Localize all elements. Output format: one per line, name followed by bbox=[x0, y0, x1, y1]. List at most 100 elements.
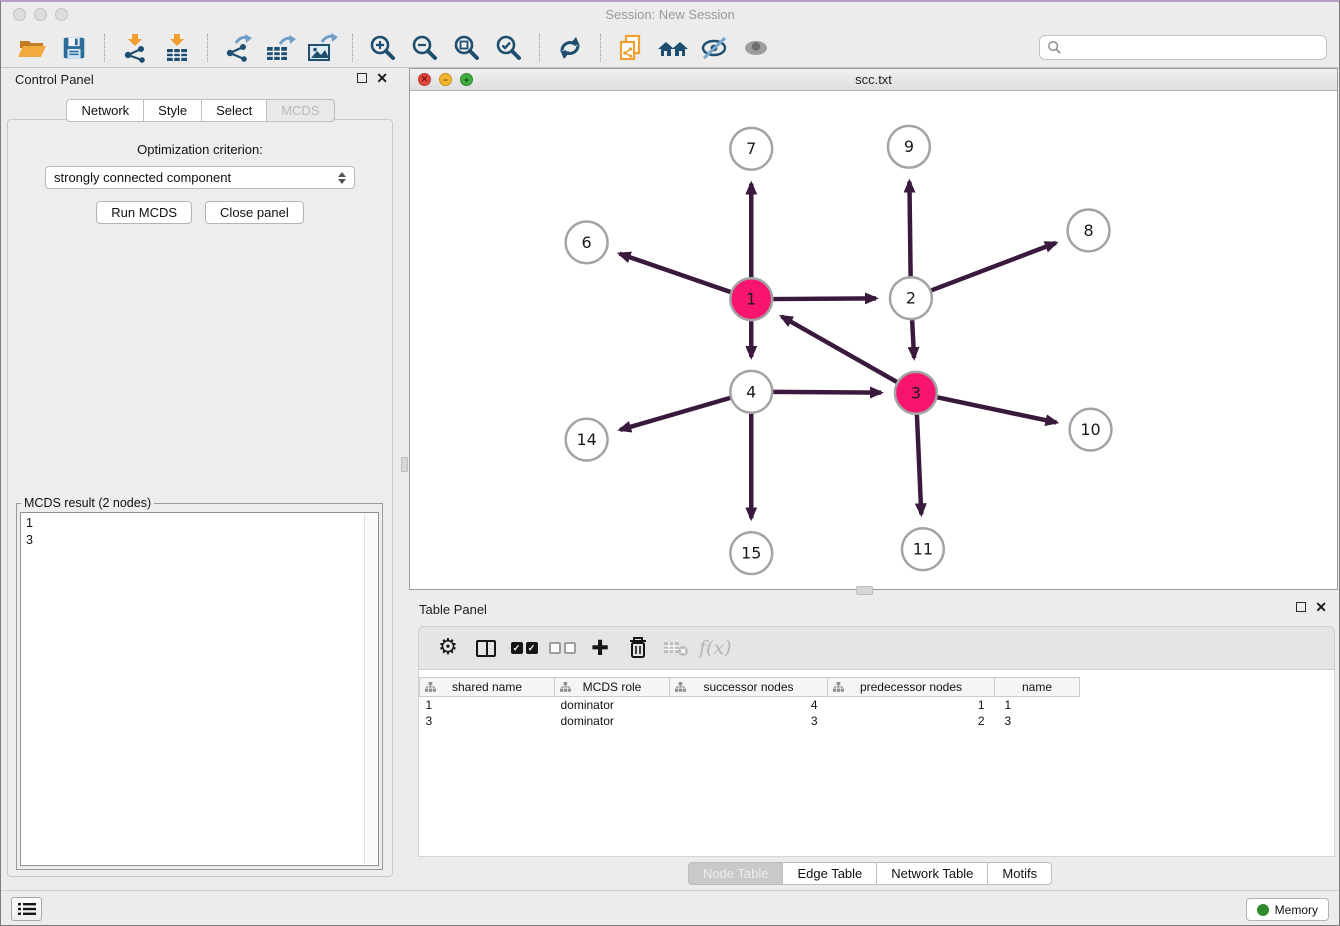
mcds-result-text[interactable]: 1 3 bbox=[20, 512, 379, 866]
tab-style[interactable]: Style bbox=[144, 99, 202, 122]
graph-node-label: 4 bbox=[746, 382, 756, 401]
column-header-predecessor-nodes[interactable]: predecessor nodes bbox=[828, 678, 995, 697]
graph-node-label: 7 bbox=[746, 139, 756, 158]
table-row[interactable]: 1dominator411 bbox=[420, 697, 1080, 713]
result-line: 1 bbox=[26, 515, 373, 532]
function-builder-icon: f(x) bbox=[699, 633, 732, 663]
import-table-icon[interactable] bbox=[160, 31, 194, 65]
table-cell: 3 bbox=[995, 713, 1080, 729]
application-window: Session: New Session bbox=[0, 0, 1340, 926]
graph-edge[interactable] bbox=[912, 320, 914, 358]
tab-mcds[interactable]: MCDS bbox=[267, 99, 334, 122]
network-window-titlebar[interactable]: ✕ − + scc.txt bbox=[410, 69, 1337, 91]
select-all-columns-icon[interactable]: ✓✓ bbox=[509, 633, 539, 663]
open-session-icon[interactable] bbox=[15, 31, 49, 65]
network-canvas[interactable]: 7968124314101511 bbox=[410, 91, 1337, 589]
tab-edge-table[interactable]: Edge Table bbox=[783, 862, 877, 885]
task-history-button[interactable] bbox=[11, 897, 42, 921]
control-panel: Control Panel ✕ Network Style Select MCD… bbox=[1, 68, 400, 890]
export-image-icon[interactable] bbox=[305, 31, 339, 65]
mcds-panel-body: Optimization criterion: strongly connect… bbox=[7, 119, 393, 877]
table-cell: dominator bbox=[555, 697, 670, 713]
graph-edge[interactable] bbox=[937, 397, 1056, 422]
search-icon bbox=[1047, 40, 1062, 55]
table-panel: Table Panel ✕ ⚙ ✓✓ ✚ bbox=[401, 597, 1339, 890]
criterion-value: strongly connected component bbox=[54, 170, 231, 185]
float-table-panel-icon[interactable] bbox=[1296, 602, 1306, 612]
column-header-name[interactable]: name bbox=[995, 678, 1080, 697]
control-panel-tabs: Network Style Select MCDS bbox=[1, 99, 400, 122]
column-type-icon bbox=[425, 682, 436, 696]
table-cell: 3 bbox=[420, 713, 555, 729]
table-cell: 2 bbox=[828, 713, 995, 729]
memory-label: Memory bbox=[1275, 903, 1318, 917]
graph-edge[interactable] bbox=[931, 243, 1055, 290]
graph-edge[interactable] bbox=[773, 298, 876, 299]
export-network-icon[interactable] bbox=[221, 31, 255, 65]
tab-select[interactable]: Select bbox=[202, 99, 267, 122]
toolbar-separator bbox=[207, 34, 208, 62]
close-panel-button[interactable]: Close panel bbox=[205, 201, 304, 224]
control-panel-title: Control Panel bbox=[15, 72, 94, 87]
tab-network-table[interactable]: Network Table bbox=[877, 862, 988, 885]
select-stepper-icon bbox=[338, 172, 346, 184]
import-network-icon[interactable] bbox=[118, 31, 152, 65]
column-header-successor-nodes[interactable]: successor nodes bbox=[670, 678, 828, 697]
float-panel-icon[interactable] bbox=[357, 73, 367, 83]
run-mcds-button[interactable]: Run MCDS bbox=[96, 201, 192, 224]
column-header-mcds-role[interactable]: MCDS role bbox=[555, 678, 670, 697]
add-column-icon[interactable]: ✚ bbox=[585, 633, 615, 663]
search-input[interactable] bbox=[1062, 40, 1319, 55]
toolbar-separator bbox=[539, 34, 540, 62]
graph-node-label: 8 bbox=[1083, 221, 1093, 240]
column-type-icon bbox=[833, 682, 844, 696]
table-row[interactable]: 3dominator323 bbox=[420, 713, 1080, 729]
close-panel-icon[interactable]: ✕ bbox=[376, 73, 388, 83]
show-graphics-details-icon[interactable] bbox=[740, 31, 774, 65]
search-field[interactable] bbox=[1039, 35, 1327, 60]
column-layout-icon[interactable] bbox=[471, 633, 501, 663]
network-window-title: scc.txt bbox=[410, 72, 1337, 87]
apply-preferred-layout-icon[interactable] bbox=[656, 31, 690, 65]
result-scrollbar[interactable] bbox=[364, 514, 377, 864]
zoom-selected-icon[interactable] bbox=[492, 31, 526, 65]
new-network-from-selection-icon[interactable] bbox=[614, 31, 648, 65]
graph-node-label: 1 bbox=[746, 290, 756, 309]
column-header-shared-name[interactable]: shared name bbox=[420, 678, 555, 697]
column-type-icon bbox=[675, 682, 686, 696]
graph-edge[interactable] bbox=[773, 392, 881, 393]
refresh-icon[interactable] bbox=[553, 31, 587, 65]
graph-node-label: 6 bbox=[582, 233, 592, 252]
tab-motifs[interactable]: Motifs bbox=[988, 862, 1052, 885]
table-toolbar: ⚙ ✓✓ ✚ f(x) bbox=[418, 626, 1335, 670]
deselect-all-columns-icon[interactable] bbox=[547, 633, 577, 663]
delete-column-icon[interactable] bbox=[623, 633, 653, 663]
settings-gear-icon[interactable]: ⚙ bbox=[433, 633, 463, 663]
main-toolbar bbox=[1, 28, 1339, 68]
save-session-icon[interactable] bbox=[57, 31, 91, 65]
export-table-icon[interactable] bbox=[263, 31, 297, 65]
graph-edge[interactable] bbox=[909, 182, 910, 277]
table-tabs: Node Table Edge Table Network Table Moti… bbox=[401, 862, 1339, 885]
memory-button[interactable]: Memory bbox=[1246, 898, 1329, 921]
hide-graphics-details-icon[interactable] bbox=[698, 31, 732, 65]
graph-edge[interactable] bbox=[620, 398, 730, 430]
graph-node-label: 15 bbox=[741, 544, 761, 563]
session-title: Session: New Session bbox=[1, 7, 1339, 22]
optimization-criterion-select[interactable]: strongly connected component bbox=[45, 166, 355, 189]
tab-network[interactable]: Network bbox=[66, 99, 144, 122]
node-table: shared name MCDS role successor nodes pr… bbox=[419, 677, 1080, 729]
optimization-criterion-label: Optimization criterion: bbox=[8, 142, 392, 157]
mcds-result-title: MCDS result (2 nodes) bbox=[21, 496, 154, 510]
zoom-in-icon[interactable] bbox=[366, 31, 400, 65]
tab-node-table[interactable]: Node Table bbox=[688, 862, 784, 885]
zoom-out-icon[interactable] bbox=[408, 31, 442, 65]
toolbar-separator bbox=[600, 34, 601, 62]
graph-edge[interactable] bbox=[620, 254, 731, 292]
graph-edge[interactable] bbox=[917, 415, 921, 515]
result-line: 3 bbox=[26, 532, 373, 549]
horizontal-splitter-grip[interactable] bbox=[856, 586, 873, 595]
close-table-panel-icon[interactable]: ✕ bbox=[1315, 602, 1327, 612]
zoom-fit-icon[interactable] bbox=[450, 31, 484, 65]
graph-edge[interactable] bbox=[782, 316, 897, 382]
